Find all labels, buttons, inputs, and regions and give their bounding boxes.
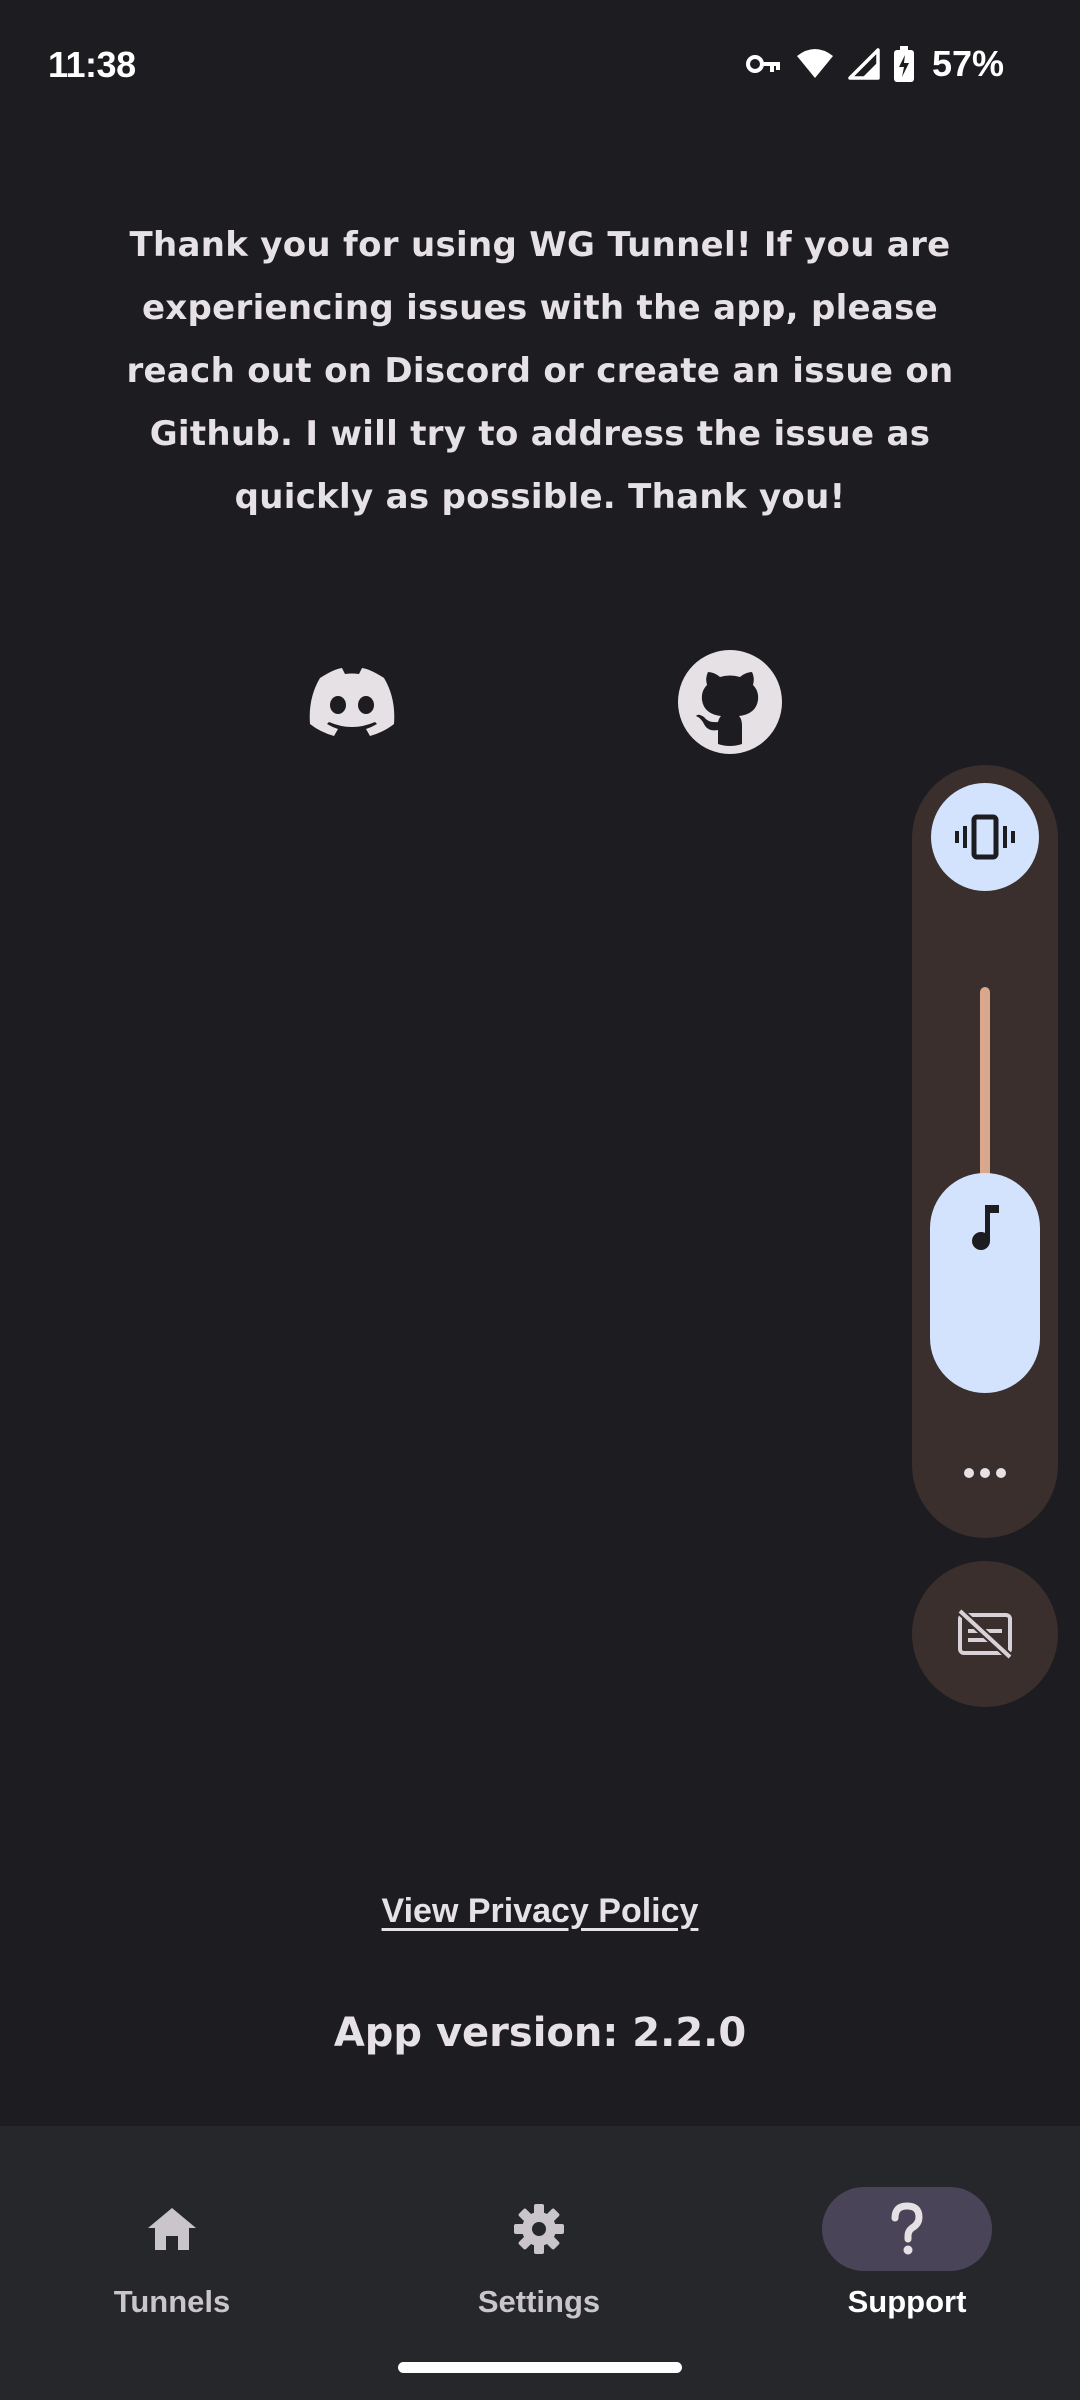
bottom-nav: Tunnels Settings Support bbox=[0, 2126, 1080, 2400]
gear-icon bbox=[454, 2187, 624, 2271]
battery-charging-icon bbox=[893, 46, 914, 82]
vibrate-icon[interactable] bbox=[931, 783, 1039, 891]
cell-signal-icon bbox=[848, 48, 880, 80]
nav-item-tunnels[interactable]: Tunnels bbox=[42, 2156, 302, 2319]
privacy-policy-link[interactable]: View Privacy Policy bbox=[0, 1892, 1080, 1931]
nav-label-settings: Settings bbox=[477, 2284, 601, 2319]
music-note-icon bbox=[972, 1205, 999, 1250]
support-message: Thank you for using WG Tunnel! If you ar… bbox=[126, 225, 954, 517]
status-time: 11:38 bbox=[48, 44, 136, 85]
nav-label-support: Support bbox=[847, 2284, 967, 2319]
nav-item-support[interactable]: Support bbox=[777, 2156, 1037, 2319]
home-icon bbox=[87, 2187, 257, 2271]
volume-slider-thumb[interactable] bbox=[930, 1173, 1040, 1393]
battery-percent: 57% bbox=[931, 43, 1004, 84]
nav-label-tunnels: Tunnels bbox=[113, 2284, 231, 2319]
gesture-navigation-bar[interactable] bbox=[398, 2362, 682, 2373]
status-bar: 11:38 57% bbox=[0, 0, 1080, 130]
vpn-key-icon bbox=[745, 52, 782, 76]
nav-item-settings[interactable]: Settings bbox=[409, 2156, 669, 2319]
status-icons: 57% bbox=[745, 42, 1004, 86]
question-mark-icon bbox=[822, 2187, 992, 2271]
volume-panel bbox=[912, 765, 1058, 1538]
more-horiz-icon[interactable] bbox=[952, 1445, 1018, 1501]
wifi-icon bbox=[796, 48, 834, 80]
discord-icon[interactable] bbox=[300, 650, 404, 754]
app-version: App version: 2.2.0 bbox=[333, 2010, 747, 2056]
github-icon[interactable] bbox=[678, 650, 782, 754]
captions-off-icon[interactable] bbox=[912, 1561, 1058, 1707]
